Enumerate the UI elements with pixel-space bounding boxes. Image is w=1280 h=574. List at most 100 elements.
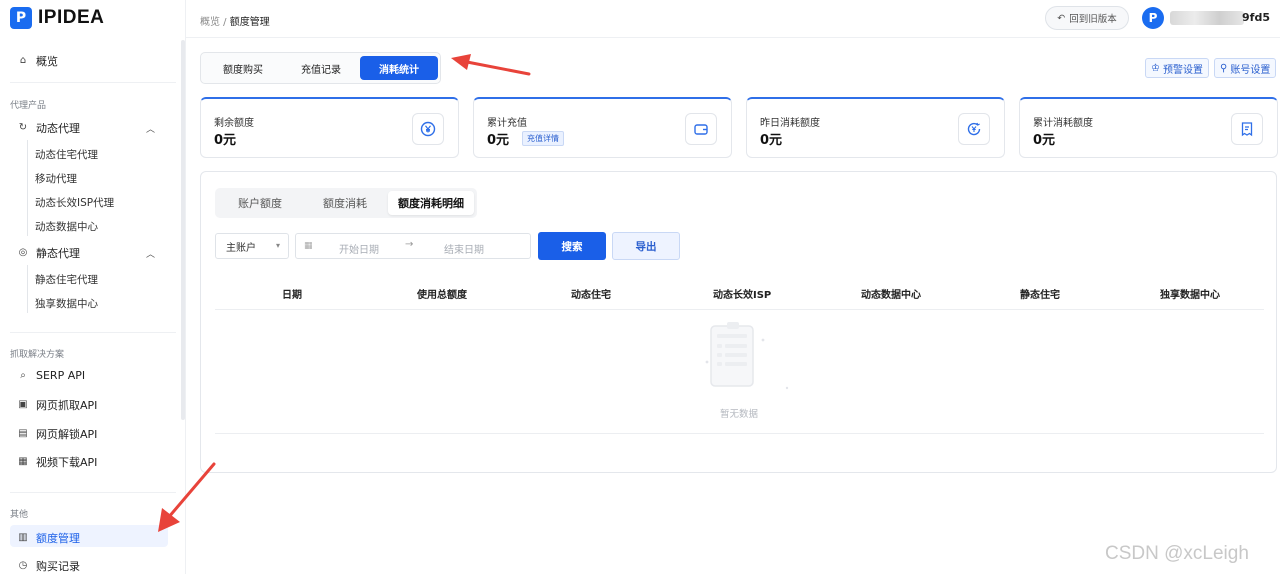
breadcrumb: 概览 / 额度管理 (200, 13, 270, 28)
sidebar-item-static-proxy[interactable]: ◎ 静态代理 (18, 245, 80, 261)
sidebar-item-dynamic-datacenter[interactable]: 动态数据中心 (35, 219, 98, 234)
tab-quota-purchase[interactable]: 额度购买 (204, 56, 282, 80)
sidebar-item-label: SERP API (36, 369, 86, 382)
date-range-picker[interactable]: ▦ 开始日期 → 结束日期 (295, 233, 531, 259)
sync-icon: ↻ (18, 122, 28, 133)
sidebar-item-label: 额度管理 (36, 532, 80, 545)
top-tab-bar: 额度购买 充值记录 消耗统计 (200, 52, 441, 84)
empty-clipboard-icon (705, 322, 789, 390)
section-proxy-products: 代理产品 (10, 101, 47, 111)
sidebar-item-overview[interactable]: ⌂ 概览 (18, 53, 58, 69)
home-icon: ⌂ (19, 55, 27, 66)
breadcrumb-current: 额度管理 (229, 17, 270, 28)
sidebar-divider (10, 492, 176, 493)
receipt-icon: ◷ (18, 560, 28, 571)
tab-recharge-records[interactable]: 充值记录 (282, 56, 360, 80)
sidebar-item-dynamic-residential[interactable]: 动态住宅代理 (35, 147, 98, 162)
search-icon: ⌕ (20, 369, 26, 381)
unlock-icon: ▤ (18, 428, 28, 439)
chevron-up-icon[interactable]: ︿ (146, 122, 155, 135)
tab-consumption-details[interactable]: 额度消耗明细 (388, 191, 474, 215)
recharge-details-link[interactable]: 充值详情 (522, 131, 564, 146)
alert-settings-button[interactable]: ♔ 预警设置 (1145, 58, 1209, 78)
brand-logo[interactable]: P IPIDEA (10, 7, 104, 29)
column-header: 静态住宅 (1020, 290, 1060, 301)
card-value: 0元 (760, 133, 783, 148)
avatar[interactable]: P (1142, 7, 1164, 29)
sidebar-item-video-download-api[interactable]: ▦ 视频下载API (18, 454, 97, 470)
empty-state-text: 暂无数据 (720, 409, 759, 420)
card-remaining-quota: 剩余额度 0元 (200, 97, 459, 158)
server-icon: ◎ (18, 247, 28, 258)
tree-line (27, 140, 28, 236)
card-label: 累计充值 (487, 118, 527, 129)
sidebar-item-static-residential[interactable]: 静态住宅代理 (35, 272, 98, 287)
range-arrow-icon: → (405, 239, 414, 250)
sidebar-item-purchase-records[interactable]: ◷ 购买记录 (18, 558, 80, 574)
logo-mark-icon: P (10, 7, 32, 29)
start-date-input[interactable]: 开始日期 (339, 241, 379, 256)
username-suffix[interactable]: 9fd5 (1242, 11, 1270, 24)
export-button[interactable]: 导出 (612, 232, 680, 260)
sidebar-item-label: 静态代理 (36, 247, 80, 260)
sidebar-item-label: 网页抓取API (36, 399, 98, 412)
yuan-refresh-icon (958, 113, 990, 145)
browser-icon: ▣ (18, 399, 28, 410)
section-other: 其他 (10, 510, 29, 520)
account-settings-label: 账号设置 (1230, 64, 1271, 76)
tab-consumption-stats[interactable]: 消耗统计 (360, 56, 438, 80)
calendar-icon: ▦ (304, 241, 313, 251)
sidebar-divider (10, 332, 176, 333)
column-header: 动态长效ISP (713, 290, 772, 301)
wallet-icon (685, 113, 717, 145)
tab-quota-consumption[interactable]: 额度消耗 (303, 191, 387, 215)
card-value: 0元 (1033, 133, 1056, 148)
account-select[interactable]: 主账户 ▾ (215, 233, 289, 259)
table-footer-divider (215, 433, 1264, 434)
alert-settings-label: 预警设置 (1162, 64, 1203, 76)
chevron-down-icon: ▾ (275, 241, 280, 250)
sidebar-scrollbar[interactable] (181, 40, 185, 420)
sidebar-item-web-scraping-api[interactable]: ▣ 网页抓取API (18, 397, 97, 413)
user-settings-icon: ⚲ (1220, 62, 1228, 74)
sidebar-divider (10, 82, 176, 83)
card-label: 昨日消耗额度 (760, 118, 820, 129)
sidebar-item-dynamic-isp[interactable]: 动态长效ISP代理 (35, 195, 114, 210)
breadcrumb-parent[interactable]: 概览 / (200, 17, 227, 28)
back-label: 回到旧版本 (1069, 14, 1117, 25)
back-to-old-version-button[interactable]: ↶ 回到旧版本 (1045, 6, 1129, 30)
account-settings-button[interactable]: ⚲ 账号设置 (1214, 58, 1277, 78)
column-header: 独享数据中心 (1160, 290, 1220, 301)
chevron-up-icon[interactable]: ︿ (146, 247, 155, 260)
sidebar-item-dedicated-datacenter[interactable]: 独享数据中心 (35, 296, 98, 311)
sidebar-item-label: 视频下载API (36, 456, 98, 469)
tree-line (27, 265, 28, 313)
sidebar-item-label: 概览 (36, 55, 58, 68)
brand-name: IPIDEA (38, 7, 105, 28)
bell-icon: ♔ (1151, 62, 1160, 74)
yuan-coin-icon (412, 113, 444, 145)
end-date-input[interactable]: 结束日期 (444, 241, 484, 256)
column-header: 动态住宅 (571, 290, 611, 301)
sidebar-item-label: 购买记录 (36, 560, 80, 573)
account-select-value: 主账户 (226, 242, 256, 254)
sidebar-item-quota-management[interactable]: ▥ 额度管理 (18, 530, 80, 546)
search-button[interactable]: 搜索 (538, 232, 606, 260)
column-header: 日期 (282, 290, 302, 301)
sidebar-item-mobile-proxy[interactable]: 移动代理 (35, 171, 77, 186)
blurred-username (1170, 11, 1244, 25)
undo-icon: ↶ (1057, 12, 1066, 24)
sidebar-item-web-unlock-api[interactable]: ▤ 网页解锁API (18, 426, 97, 442)
sidebar-item-serp-api[interactable]: ⌕ SERP API (18, 369, 85, 382)
top-header: 概览 / 额度管理 ↶ 回到旧版本 P 9fd5 (186, 0, 1280, 38)
tab-account-quota[interactable]: 账户额度 (218, 191, 302, 215)
annotation-arrow-icon (451, 54, 531, 76)
receipt-icon (1231, 113, 1263, 145)
card-value: 0元 (487, 133, 510, 148)
card-total-consumption: 累计消耗额度 0元 (1019, 97, 1278, 158)
watermark: CSDN @xcLeigh (1105, 543, 1249, 564)
database-icon: ▥ (18, 532, 28, 543)
card-value: 0元 (214, 133, 237, 148)
card-yesterday-consumption: 昨日消耗额度 0元 (746, 97, 1005, 158)
sidebar-item-dynamic-proxy[interactable]: ↻ 动态代理 (18, 120, 80, 136)
